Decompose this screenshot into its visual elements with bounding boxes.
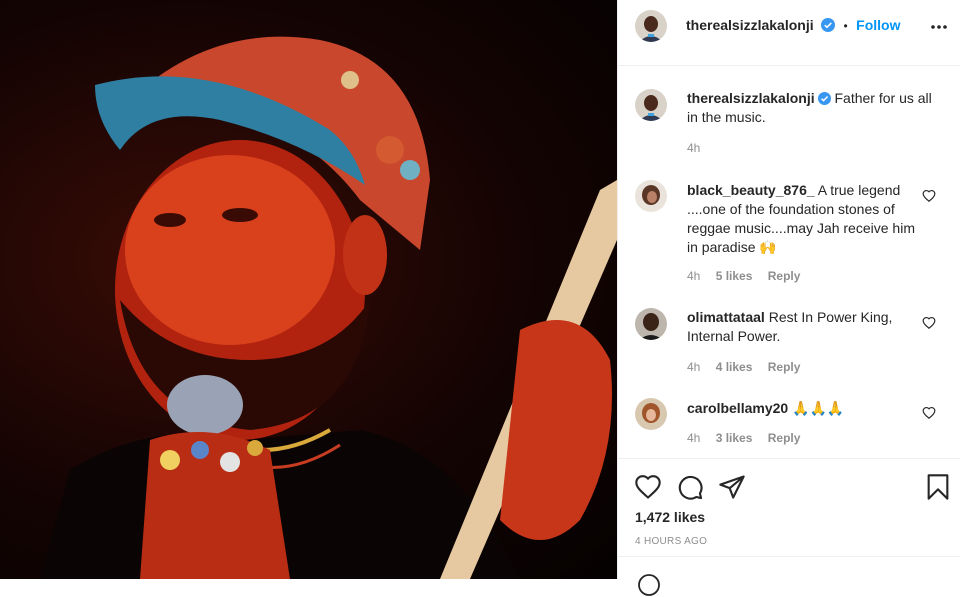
comment-icon[interactable] — [676, 473, 704, 501]
comment-like-heart-icon[interactable] — [922, 316, 936, 330]
commenter-avatar[interactable] — [635, 180, 667, 212]
caption-username[interactable]: therealsizzlakalonji — [687, 90, 815, 106]
share-icon[interactable] — [718, 473, 746, 501]
emoji-icon[interactable] — [637, 573, 661, 597]
comment-time[interactable]: 4h — [687, 269, 700, 283]
like-count[interactable]: 1,472 likes — [635, 509, 705, 525]
post-timestamp[interactable]: 4 HOURS AGO — [635, 536, 707, 547]
caption-time[interactable]: 4h — [687, 141, 700, 155]
comment-username[interactable]: olimattataal — [687, 309, 765, 325]
comment-likes[interactable]: 3 likes — [716, 431, 753, 445]
follow-button[interactable]: Follow — [856, 17, 900, 33]
comment-emoji: 🙌 — [759, 240, 777, 256]
comment-time[interactable]: 4h — [687, 431, 700, 445]
heart-icon[interactable] — [634, 473, 662, 501]
comment-username[interactable]: black_beauty_876_ — [687, 182, 815, 198]
commenter-avatar[interactable] — [635, 308, 667, 340]
comment-emoji: 🙏🙏🙏 — [792, 401, 845, 417]
comment-like-heart-icon[interactable] — [922, 406, 936, 420]
post-side-panel: therealsizzlakalonji • Follow therealsiz… — [617, 0, 960, 596]
comment-likes[interactable]: 4 likes — [716, 360, 753, 374]
author-username[interactable]: therealsizzlakalonji — [686, 17, 814, 33]
comment-likes[interactable]: 5 likes — [716, 269, 753, 283]
post-header: therealsizzlakalonji • Follow — [618, 0, 960, 66]
author-avatar[interactable] — [635, 10, 667, 42]
comment-reply-button[interactable]: Reply — [768, 269, 801, 283]
comment-username[interactable]: carolbellamy20 — [687, 400, 788, 416]
divider — [618, 556, 960, 557]
verified-badge-icon — [821, 18, 836, 32]
comment-reply-button[interactable]: Reply — [768, 360, 801, 374]
comment-like-heart-icon[interactable] — [922, 189, 936, 203]
post-image[interactable] — [0, 0, 617, 579]
comment-time[interactable]: 4h — [687, 360, 700, 374]
verified-badge-icon — [817, 92, 831, 105]
more-options-icon[interactable] — [929, 17, 949, 37]
post-actions: 1,472 likes 4 HOURS AGO — [618, 458, 960, 596]
comment-reply-button[interactable]: Reply — [768, 431, 801, 445]
caption-avatar[interactable] — [635, 89, 667, 121]
post-photo-illustration — [40, 36, 617, 579]
commenter-avatar[interactable] — [635, 398, 667, 430]
follow-separator: • — [843, 19, 848, 33]
bookmark-icon[interactable] — [924, 473, 952, 501]
